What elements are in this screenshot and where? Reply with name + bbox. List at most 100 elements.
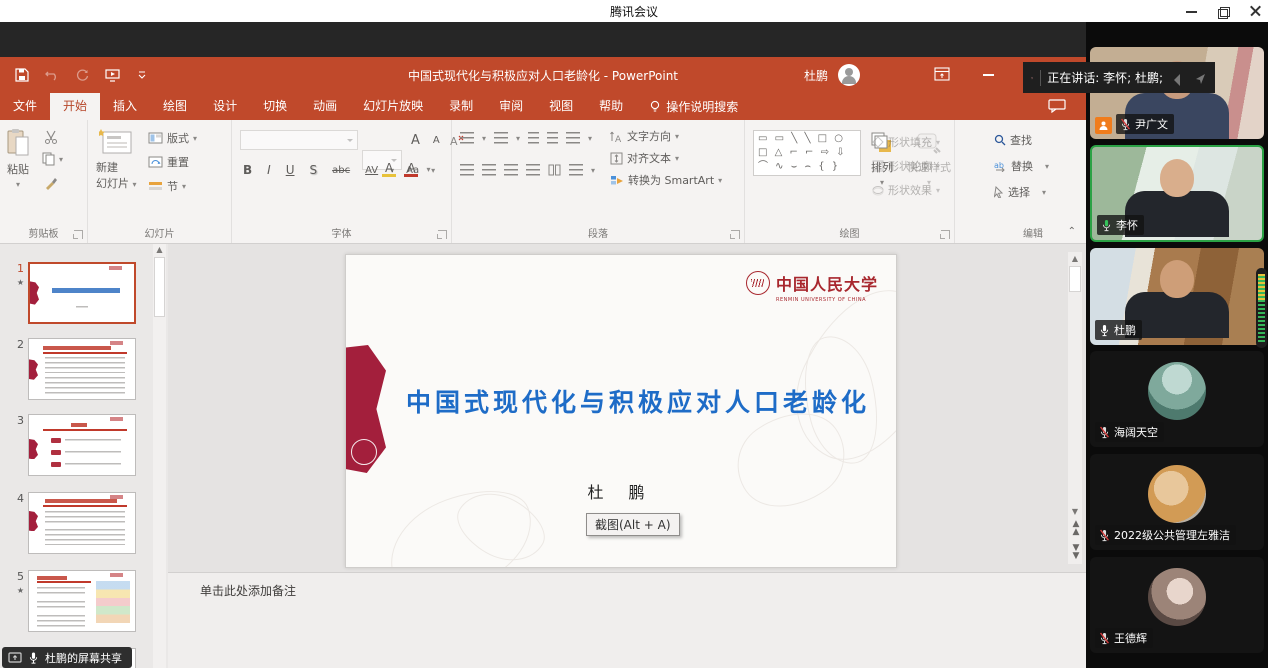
video-tile-lihuai[interactable]: 李怀 bbox=[1090, 145, 1264, 242]
thumbnail-row-2[interactable]: 2 bbox=[8, 338, 136, 400]
slide-thumbnail[interactable] bbox=[28, 492, 136, 554]
notes-pane[interactable]: 单击此处添加备注 bbox=[168, 572, 1086, 668]
thumbnail-row-5[interactable]: 5★ bbox=[8, 570, 136, 632]
slide-thumbnail[interactable] bbox=[28, 338, 136, 400]
find-button[interactable]: 查找 bbox=[994, 132, 1032, 148]
share-screen-icon bbox=[8, 652, 22, 664]
undo-icon[interactable] bbox=[44, 67, 60, 83]
scrollbar-thumb[interactable] bbox=[154, 257, 165, 317]
host-badge-icon bbox=[1095, 117, 1112, 134]
bold-button[interactable]: B bbox=[240, 162, 255, 178]
increase-indent-icon[interactable] bbox=[547, 132, 558, 144]
decrease-indent-icon[interactable] bbox=[528, 132, 539, 144]
align-center-icon[interactable] bbox=[482, 164, 496, 176]
video-tile-zuoyajie[interactable]: 2022级公共管理左雅洁 bbox=[1090, 454, 1264, 550]
scroll-up-icon: ▲ bbox=[1068, 252, 1082, 265]
screen-share-pill[interactable]: 杜鹏的屏幕共享 bbox=[2, 647, 132, 668]
text-shadow-button[interactable]: S bbox=[307, 162, 321, 178]
shape-effects-button[interactable]: 形状效果▾ bbox=[872, 182, 940, 198]
tell-me-search[interactable]: 操作说明搜索 bbox=[650, 93, 738, 120]
line-spacing-icon[interactable] bbox=[566, 132, 580, 144]
align-right-icon[interactable] bbox=[504, 164, 518, 176]
save-icon[interactable] bbox=[14, 67, 30, 83]
paragraph-dialog-launcher-icon[interactable] bbox=[731, 230, 740, 239]
align-text-button[interactable]: 对齐文本▾ bbox=[610, 150, 679, 166]
slide-thumbnail[interactable] bbox=[28, 262, 136, 324]
clipboard-dialog-launcher-icon[interactable] bbox=[74, 230, 83, 239]
collapse-ribbon-icon[interactable]: ⌃ bbox=[1068, 226, 1076, 237]
underline-button[interactable]: U bbox=[283, 162, 298, 178]
minimize-button[interactable] bbox=[1186, 5, 1198, 17]
new-slide-button[interactable]: 新建幻灯片 ▾ bbox=[96, 128, 137, 191]
start-slideshow-icon[interactable] bbox=[104, 67, 120, 83]
restore-button[interactable] bbox=[1218, 5, 1230, 17]
slide-thumbnail[interactable] bbox=[28, 414, 136, 476]
canvas-scrollbar[interactable]: ▲ ▼ ▲▲ ▼▼ bbox=[1068, 252, 1082, 564]
ribbon-display-options-icon[interactable] bbox=[934, 67, 950, 81]
tab-view[interactable]: 视图 bbox=[536, 93, 586, 120]
replace-button[interactable]: ab 替换▾ bbox=[994, 158, 1049, 174]
tab-draw[interactable]: 绘图 bbox=[150, 93, 200, 120]
close-button[interactable] bbox=[1250, 5, 1262, 17]
tab-transitions[interactable]: 切换 bbox=[250, 93, 300, 120]
tab-help[interactable]: 帮助 bbox=[586, 93, 636, 120]
copy-icon[interactable]: ▾ bbox=[42, 152, 63, 166]
char-spacing-button[interactable]: AV bbox=[362, 164, 381, 177]
slide-thumbnail[interactable] bbox=[28, 570, 136, 632]
columns-icon[interactable] bbox=[548, 164, 561, 176]
drawing-dialog-launcher-icon[interactable] bbox=[941, 230, 950, 239]
tab-record[interactable]: 录制 bbox=[436, 93, 486, 120]
comments-bubble-icon[interactable] bbox=[1048, 99, 1066, 113]
ppt-minimize-button[interactable] bbox=[983, 74, 994, 76]
video-tile-haikuotiankong[interactable]: 海阔天空 bbox=[1090, 351, 1264, 447]
paste-button[interactable]: 粘贴▾ bbox=[6, 128, 30, 189]
redo-icon[interactable] bbox=[74, 67, 90, 83]
tab-animations[interactable]: 动画 bbox=[300, 93, 350, 120]
thumbnail-row-1[interactable]: 1★ bbox=[8, 262, 136, 324]
video-tile-yinguangwen[interactable]: 尹广文 bbox=[1090, 47, 1264, 139]
grow-font-button[interactable]: A bbox=[408, 132, 423, 149]
format-painter-icon[interactable] bbox=[44, 176, 58, 190]
smartart-button[interactable]: 转换为 SmartArt▾ bbox=[610, 172, 722, 188]
shrink-font-button[interactable]: A bbox=[430, 134, 443, 147]
text-align-menu-icon[interactable] bbox=[569, 164, 583, 176]
tab-home[interactable]: 开始 bbox=[50, 93, 100, 120]
align-left-icon[interactable] bbox=[460, 164, 474, 176]
text-direction-button[interactable]: A 文字方向▾ bbox=[610, 128, 679, 144]
highlight-color-button[interactable]: A bbox=[382, 162, 396, 177]
meeting-window-title: 腾讯会议 bbox=[610, 3, 658, 20]
tab-insert[interactable]: 插入 bbox=[100, 93, 150, 120]
numbering-icon[interactable] bbox=[494, 132, 508, 144]
reset-button[interactable]: 重置 bbox=[148, 154, 189, 170]
font-name-combo[interactable] bbox=[240, 130, 358, 150]
text-direction-icon: A bbox=[610, 130, 623, 143]
next-slide-icon[interactable]: ▼▼ bbox=[1068, 544, 1082, 560]
thumbnail-scrollbar[interactable]: ▲ ▼ bbox=[153, 244, 166, 668]
section-button[interactable]: 节▾ bbox=[148, 178, 186, 194]
cut-icon[interactable] bbox=[44, 130, 58, 144]
tab-slideshow[interactable]: 幻灯片放映 bbox=[350, 93, 436, 120]
scrollbar-thumb[interactable] bbox=[1069, 266, 1081, 292]
justify-icon[interactable] bbox=[526, 164, 540, 176]
font-dialog-launcher-icon[interactable] bbox=[438, 230, 447, 239]
video-tile-dupeng[interactable]: 杜鹏 bbox=[1090, 248, 1264, 345]
shapes-gallery[interactable]: ▭ ▭ ╲ ╲ □ ○ □ △ ⌐ ⌐ ⇨ ⇩ ⌒ ∿ ⌣ ⌢ { } bbox=[753, 130, 861, 176]
select-button[interactable]: 选择▾ bbox=[994, 184, 1046, 200]
previous-slide-icon[interactable]: ▲▲ bbox=[1068, 520, 1082, 536]
shape-outline-button[interactable]: 形状轮廓▾ bbox=[872, 158, 940, 174]
tab-file[interactable]: 文件 bbox=[0, 93, 50, 120]
font-color-button[interactable]: A bbox=[404, 162, 418, 177]
bullets-icon[interactable] bbox=[460, 132, 474, 144]
video-tile-wangdehui[interactable]: 王德辉 bbox=[1090, 557, 1264, 653]
ppt-account[interactable]: 杜鹏 bbox=[804, 57, 860, 93]
tab-design[interactable]: 设计 bbox=[200, 93, 250, 120]
layout-button[interactable]: 版式▾ bbox=[148, 130, 197, 146]
thumbnail-row-4[interactable]: 4 bbox=[8, 492, 136, 554]
shape-fill-button[interactable]: 形状填充▾ bbox=[872, 134, 940, 150]
strikethrough-button[interactable]: abc bbox=[329, 164, 353, 177]
qat-customize-icon[interactable] bbox=[134, 67, 150, 83]
thumbnail-row-3[interactable]: 3 bbox=[8, 414, 136, 476]
italic-button[interactable]: I bbox=[264, 162, 274, 178]
tab-review[interactable]: 审阅 bbox=[486, 93, 536, 120]
notes-placeholder[interactable]: 单击此处添加备注 bbox=[200, 582, 296, 599]
